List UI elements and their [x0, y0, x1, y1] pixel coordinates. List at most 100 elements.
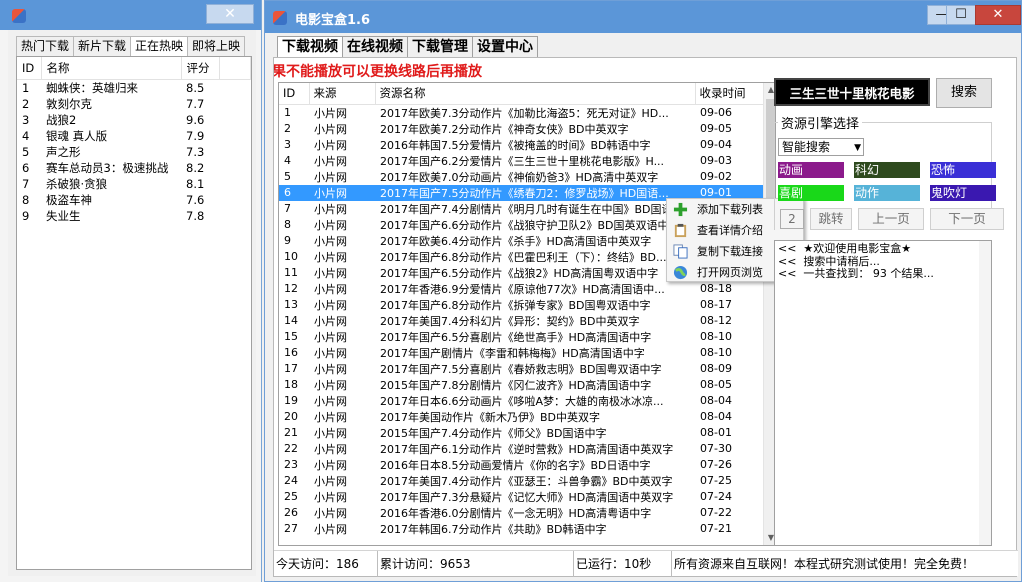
column-header-date[interactable]: 收录时间	[695, 83, 764, 105]
column-header-score[interactable]: 评分	[181, 57, 220, 80]
resource-list[interactable]: ID 来源 资源名称 收录时间 1 小片网 2017年欧美7.3分动作片《加勒比海盗…	[278, 82, 776, 546]
tab-download-manager[interactable]: 下载管理	[407, 36, 473, 58]
list-item[interactable]: 8 极盗车神 7.6	[17, 192, 251, 208]
cell-resource-name: 2017年国产6.5分喜剧片《绝世高手》HD高清国语中字	[380, 330, 652, 344]
table-row[interactable]: 3 小片网 2016年韩国7.5分爱情片《被掩盖的时间》BD韩语中字 09-04	[279, 137, 763, 153]
list-item[interactable]: 5 声之形 7.3	[17, 144, 251, 160]
column-header-name[interactable]: 名称	[41, 57, 182, 80]
tab-download-video[interactable]: 下载视频	[277, 36, 343, 59]
category-ghost-lamp[interactable]: 鬼吹灯	[930, 185, 996, 201]
copy-icon	[673, 244, 688, 259]
movie-rank-list[interactable]: ID 名称 评分 1 蜘蛛侠：英雄归来 8.5 2 敦刻尔克 7.7 3 战狼2 9.6 4 银魂 …	[16, 56, 252, 570]
category-scifi[interactable]: 科幻	[854, 162, 920, 178]
list-item[interactable]: 4 银魂 真人版 7.9	[17, 128, 251, 144]
table-row[interactable]: 2 小片网 2017年欧美7.2分动作片《神奇女侠》BD中英双字 09-05	[279, 121, 763, 137]
tab-now-showing[interactable]: 正在热映	[130, 36, 189, 57]
column-header-resource-name[interactable]: 资源名称	[375, 83, 696, 105]
table-row[interactable]: 16 小片网 2017年国产剧情片《李雷和韩梅梅》HD高清国语中字 08-10	[279, 345, 763, 361]
category-animation[interactable]: 动画	[778, 162, 844, 178]
list-item[interactable]: 3 战狼2 9.6	[17, 112, 251, 128]
list-item[interactable]: 7 杀破狼·贪狼 8.1	[17, 176, 251, 192]
table-row[interactable]: 24 小片网 2017年美国7.4分动作片《亚瑟王：斗兽争霸》BD中英双字 07-25	[279, 473, 763, 489]
tab-hot-downloads[interactable]: 热门下载	[16, 36, 75, 56]
cell-date: 07-24	[700, 490, 732, 503]
table-row[interactable]: 13 小片网 2017年国产6.8分动作片《拆弹专家》BD国粤双语中字 08-17	[279, 297, 763, 313]
cell-id: 12	[284, 282, 298, 295]
cell-source: 小片网	[314, 218, 347, 232]
table-row[interactable]: 14 小片网 2017年美国7.4分科幻片《异形：契约》BD中英双字 08-12	[279, 313, 763, 329]
table-row[interactable]: 23 小片网 2016年日本8.5分动画爱情片《你的名字》BD日语中字 07-26	[279, 457, 763, 473]
list-item[interactable]: 9 失业生 7.8	[17, 208, 251, 224]
table-row[interactable]: 5 小片网 2017年欧美7.0分动画片《神偷奶爸3》HD高清中英双字 09-02	[279, 169, 763, 185]
prev-page-button[interactable]: 上一页	[858, 208, 924, 230]
table-row[interactable]: 15 小片网 2017年国产6.5分喜剧片《绝世高手》HD高清国语中字 08-10	[279, 329, 763, 345]
left-close-button[interactable]: ✕	[206, 4, 254, 24]
tab-coming-soon[interactable]: 即将上映	[187, 36, 246, 56]
cell-date: 08-10	[700, 346, 732, 359]
table-row[interactable]: 22 小片网 2017年国产6.1分动作片《逆时营救》HD高清国语中英双字 07-30	[279, 441, 763, 457]
table-row[interactable]: 19 小片网 2017年日本6.6分动画片《哆啦A梦：大雄的南极冰冰凉... 08-0…	[279, 393, 763, 409]
tab-settings[interactable]: 设置中心	[472, 36, 538, 58]
cell-resource-name: 2017年国产6.2分爱情片《三生三世十里桃花电影版》H...	[380, 154, 665, 168]
cell-name: 蜘蛛侠：英雄归来	[46, 80, 138, 95]
table-row[interactable]: 26 小片网 2016年香港6.0分剧情片《一念无明》HD高清粤语中字 07-22	[279, 505, 763, 521]
cell-source: 小片网	[314, 234, 347, 248]
engine-select[interactable]: 智能搜索 ▼	[778, 138, 864, 156]
category-comedy[interactable]: 喜剧	[778, 185, 844, 201]
cell-source: 小片网	[314, 506, 347, 520]
table-row[interactable]: 4 小片网 2017年国产6.2分爱情片《三生三世十里桃花电影版》H... 09-03	[279, 153, 763, 169]
engine-select-value: 智能搜索	[782, 140, 831, 154]
column-header-source[interactable]: 来源	[309, 83, 376, 105]
maximize-button[interactable]: ☐	[946, 5, 976, 25]
table-row[interactable]: 25 小片网 2017年国产7.3分悬疑片《记忆大师》HD高清国语中英双字 07-24	[279, 489, 763, 505]
next-page-button[interactable]: 下一页	[930, 208, 1004, 230]
search-button[interactable]: 搜索	[936, 78, 992, 108]
cell-id: 6	[279, 184, 309, 201]
cell-id: 8	[284, 218, 291, 231]
cell-name: 赛车总动员3：极速挑战	[46, 160, 169, 175]
search-input[interactable]: 三生三世十里桃花电影	[774, 78, 930, 106]
left-tab-strip: 热门下载 新片下载 正在热映 即将上映	[16, 36, 246, 57]
cell-source: 小片网	[314, 426, 347, 440]
cell-source: 小片网	[314, 314, 347, 328]
cell-filler	[219, 112, 251, 128]
close-button[interactable]: ✕	[975, 5, 1021, 25]
cell-score: 8.5	[186, 80, 205, 95]
tab-new-downloads[interactable]: 新片下载	[73, 36, 132, 56]
column-header-filler	[219, 57, 251, 80]
category-horror[interactable]: 恐怖	[930, 162, 996, 178]
app-logo-icon	[273, 11, 287, 25]
log-output: << ★欢迎使用电影宝盒★ << 搜索中请稍后... << 一共查找到： 93 …	[774, 240, 992, 546]
plus-icon	[673, 202, 688, 217]
category-action[interactable]: 动作	[854, 185, 920, 201]
column-header-id[interactable]: ID	[17, 57, 42, 80]
cell-resource-name: 2017年国产7.5分喜剧片《春娇救志明》BD国粤双语中字	[380, 362, 662, 376]
table-row[interactable]: 1 小片网 2017年欧美7.3分动作片《加勒比海盗5：死无对证》HD... 09-0…	[279, 104, 763, 121]
cell-id: 18	[284, 378, 298, 391]
table-row[interactable]: 17 小片网 2017年国产7.5分喜剧片《春娇救志明》BD国粤双语中字 08-09	[279, 361, 763, 377]
cell-resource-name: 2017年日本6.6分动画片《哆啦A梦：大雄的南极冰冰凉...	[380, 394, 664, 408]
cell-score: 7.3	[186, 144, 205, 159]
table-row[interactable]: 21 小片网 2015年国产7.4分动作片《师父》BD国语中字 08-01	[279, 425, 763, 441]
jump-button[interactable]: 跳转	[810, 208, 852, 230]
playback-notice-text: 如果不能播放可以更换线路后再播放	[274, 64, 482, 80]
cell-source: 小片网	[314, 282, 347, 296]
cell-resource-name: 2016年香港6.0分剧情片《一念无明》HD高清粤语中字	[380, 506, 652, 520]
cell-filler	[219, 208, 251, 224]
table-row[interactable]: 20 小片网 2017年美国动作片《新木乃伊》BD中英双字 08-04	[279, 409, 763, 425]
list-item[interactable]: 6 赛车总动员3：极速挑战 8.2	[17, 160, 251, 176]
left-titlebar: ✕	[0, 0, 261, 30]
cell-id: 25	[284, 490, 298, 503]
left-window: ✕ 热门下载 新片下载 正在热映 即将上映 ID 名称 评分 1 蜘蛛侠：英雄归来…	[0, 0, 262, 582]
cell-id: 7	[284, 202, 291, 215]
cell-date: 07-25	[700, 474, 732, 487]
cell-id: 7	[22, 176, 30, 191]
table-row[interactable]: 27 小片网 2017年韩国6.7分动作片《共助》BD韩语中字 07-21	[279, 521, 763, 537]
log-scrollbar[interactable]	[979, 241, 991, 545]
page-number-input[interactable]: 2	[780, 209, 804, 229]
tab-online-video[interactable]: 在线视频	[342, 36, 408, 58]
list-item[interactable]: 2 敦刻尔克 7.7	[17, 96, 251, 112]
table-row[interactable]: 18 小片网 2015年国产7.8分剧情片《冈仁波齐》HD高清国语中字 08-05	[279, 377, 763, 393]
list-item[interactable]: 1 蜘蛛侠：英雄归来 8.5	[17, 79, 251, 96]
column-header-id[interactable]: ID	[279, 83, 310, 105]
